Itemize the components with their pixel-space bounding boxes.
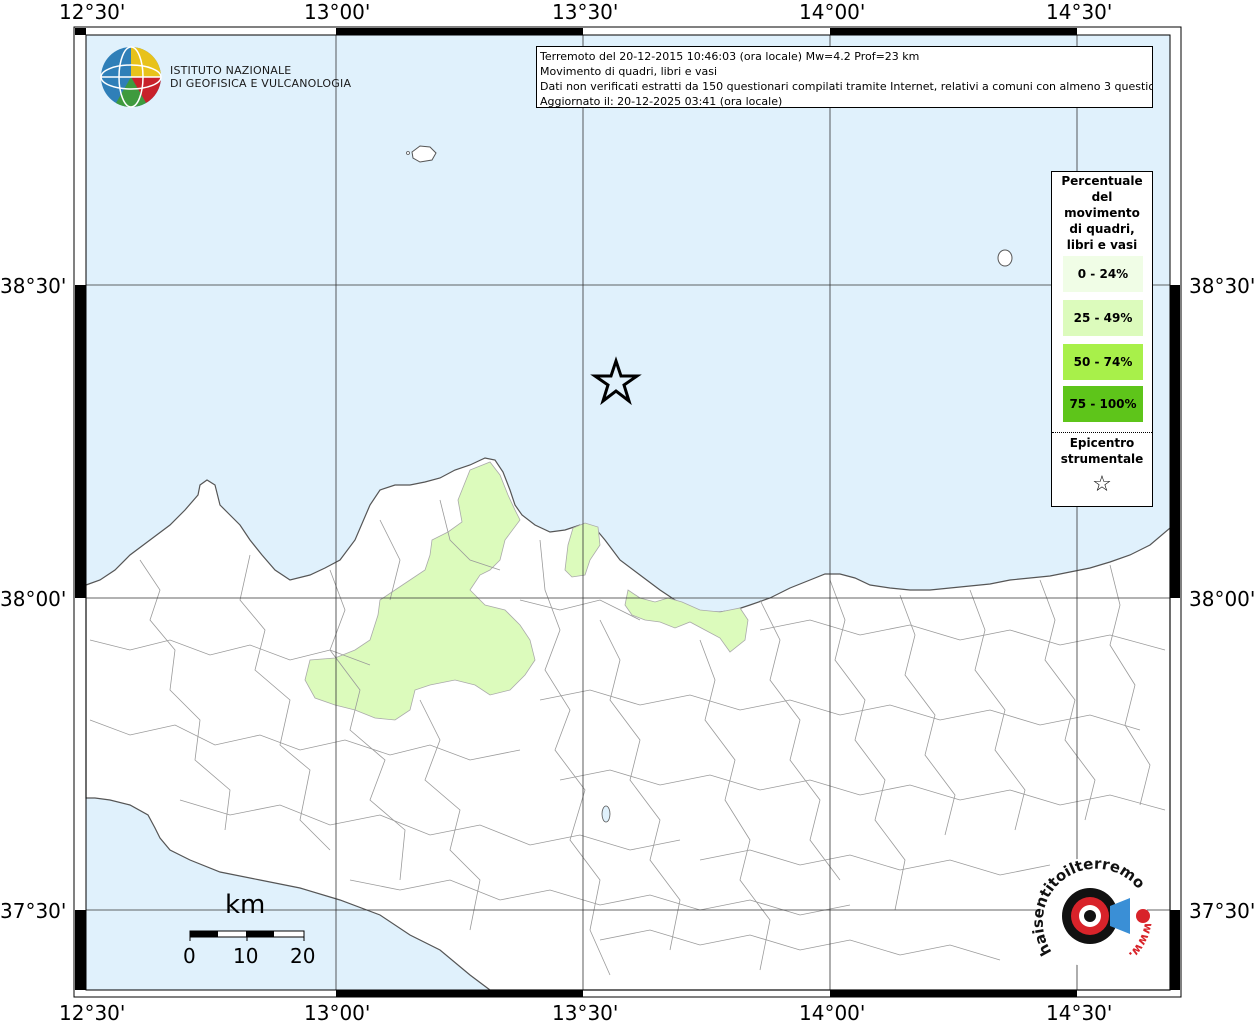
legend-class-2: 25 - 49% [1063, 300, 1143, 336]
coord-right-3: 37°30' [1189, 899, 1254, 923]
legend-divider [1052, 432, 1152, 433]
islet [406, 151, 410, 155]
legend-title-line: del [1091, 190, 1113, 204]
event-data-note: Dati non verificati estratti da 150 ques… [540, 80, 1153, 93]
coord-bottom-2: 13°00' [304, 1001, 371, 1025]
alicudi-island [997, 249, 1013, 267]
event-title: Terremoto del 20-12-2015 10:46:03 (ora l… [540, 50, 920, 63]
coord-left-1: 38°30' [0, 274, 67, 298]
legend-class-1: 0 - 24% [1063, 256, 1143, 292]
legend-epicenter-line: Epicentro [1069, 436, 1135, 450]
legend-title-line: movimento [1064, 206, 1140, 220]
legend-title-line: Percentuale [1061, 174, 1143, 188]
coord-left-3: 37°30' [0, 899, 67, 923]
legend-title-line: libri e vasi [1066, 238, 1138, 252]
logo-line-2: DI GEOFISICA E VULCANOLOGIA [170, 77, 352, 90]
coord-right-2: 38°00' [1189, 587, 1254, 611]
scale-tick-20: 20 [290, 944, 316, 968]
scale-tick-10: 10 [233, 944, 259, 968]
coord-top-5: 14°30' [1046, 0, 1113, 24]
ingv-logo-icon [100, 46, 162, 108]
coord-top-1: 12°30' [59, 0, 126, 24]
legend-epicenter-title: Epicentro strumentale [1052, 435, 1152, 467]
coord-left-2: 38°00' [0, 587, 67, 611]
scale-tick-0: 0 [183, 944, 196, 968]
coord-top-4: 14°00' [799, 0, 866, 24]
event-subtitle: Movimento di quadri, libri e vasi [540, 65, 718, 78]
coord-bottom-1: 12°30' [59, 1001, 126, 1025]
lake [601, 805, 611, 823]
coord-right-1: 38°30' [1189, 274, 1254, 298]
legend-title: Percentuale del movimento di quadri, lib… [1052, 172, 1152, 253]
legend: Percentuale del movimento di quadri, lib… [1051, 171, 1153, 507]
legend-epicenter-line: strumentale [1060, 452, 1144, 466]
badge-text-svg: haisentitoilterremoto.it www. [1030, 852, 1155, 962]
coord-bottom-5: 14°30' [1046, 1001, 1113, 1025]
event-updated: Aggiornato il: 20-12-2025 03:41 (ora loc… [540, 95, 783, 108]
legend-title-line: di quadri, [1069, 222, 1135, 236]
badge-url-text: www. [1126, 921, 1155, 962]
coord-bottom-4: 14°00' [799, 1001, 866, 1025]
svg-text:haisentitoilterremoto.it: haisentitoilterremoto.it [1030, 852, 1149, 959]
logo-line-1: ISTITUTO NAZIONALE [170, 64, 292, 77]
coord-bottom-3: 13°30' [552, 1001, 619, 1025]
legend-class-4: 75 - 100% [1063, 386, 1143, 422]
legend-class-3: 50 - 74% [1063, 344, 1143, 380]
svg-text:www.: www. [1126, 921, 1155, 962]
event-info-box: Terremoto del 20-12-2015 10:46:03 (ora l… [536, 46, 1153, 108]
legend-star-icon: ☆ [1092, 472, 1112, 497]
badge-site-text: haisentitoilterremoto.it [1030, 852, 1149, 959]
coord-top-3: 13°30' [552, 0, 619, 24]
ingv-logo-text: ISTITUTO NAZIONALE DI GEOFISICA E VULCAN… [170, 64, 351, 90]
coord-top-2: 13°00' [304, 0, 371, 24]
scale-unit: km [225, 890, 266, 920]
